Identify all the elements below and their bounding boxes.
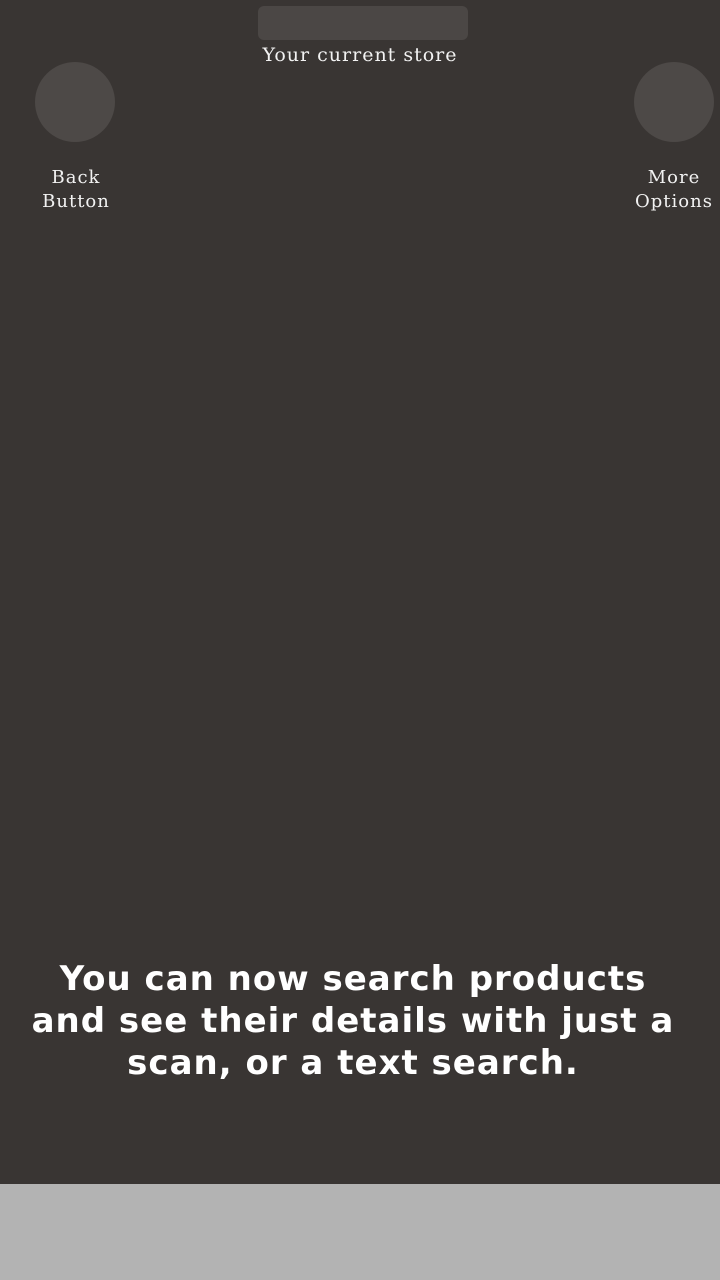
- current-store-selector[interactable]: [258, 6, 468, 40]
- more-options-highlight[interactable]: [634, 62, 714, 142]
- current-store-caption: Your current store: [262, 44, 458, 66]
- back-hint-line1: Back: [51, 167, 101, 188]
- bottom-bar: [0, 1184, 720, 1280]
- onboarding-tip-message: You can now search products and see thei…: [31, 959, 675, 1083]
- more-options-hint: More Options: [619, 166, 720, 214]
- onboarding-overlay[interactable]: Your current store Back Button More Opti…: [0, 0, 720, 1184]
- back-button-hint: Back Button: [21, 166, 131, 214]
- back-hint-line2: Button: [42, 191, 110, 212]
- more-hint-line2: Options: [635, 191, 713, 212]
- back-button-highlight[interactable]: [35, 62, 115, 142]
- more-hint-line1: More: [647, 167, 701, 188]
